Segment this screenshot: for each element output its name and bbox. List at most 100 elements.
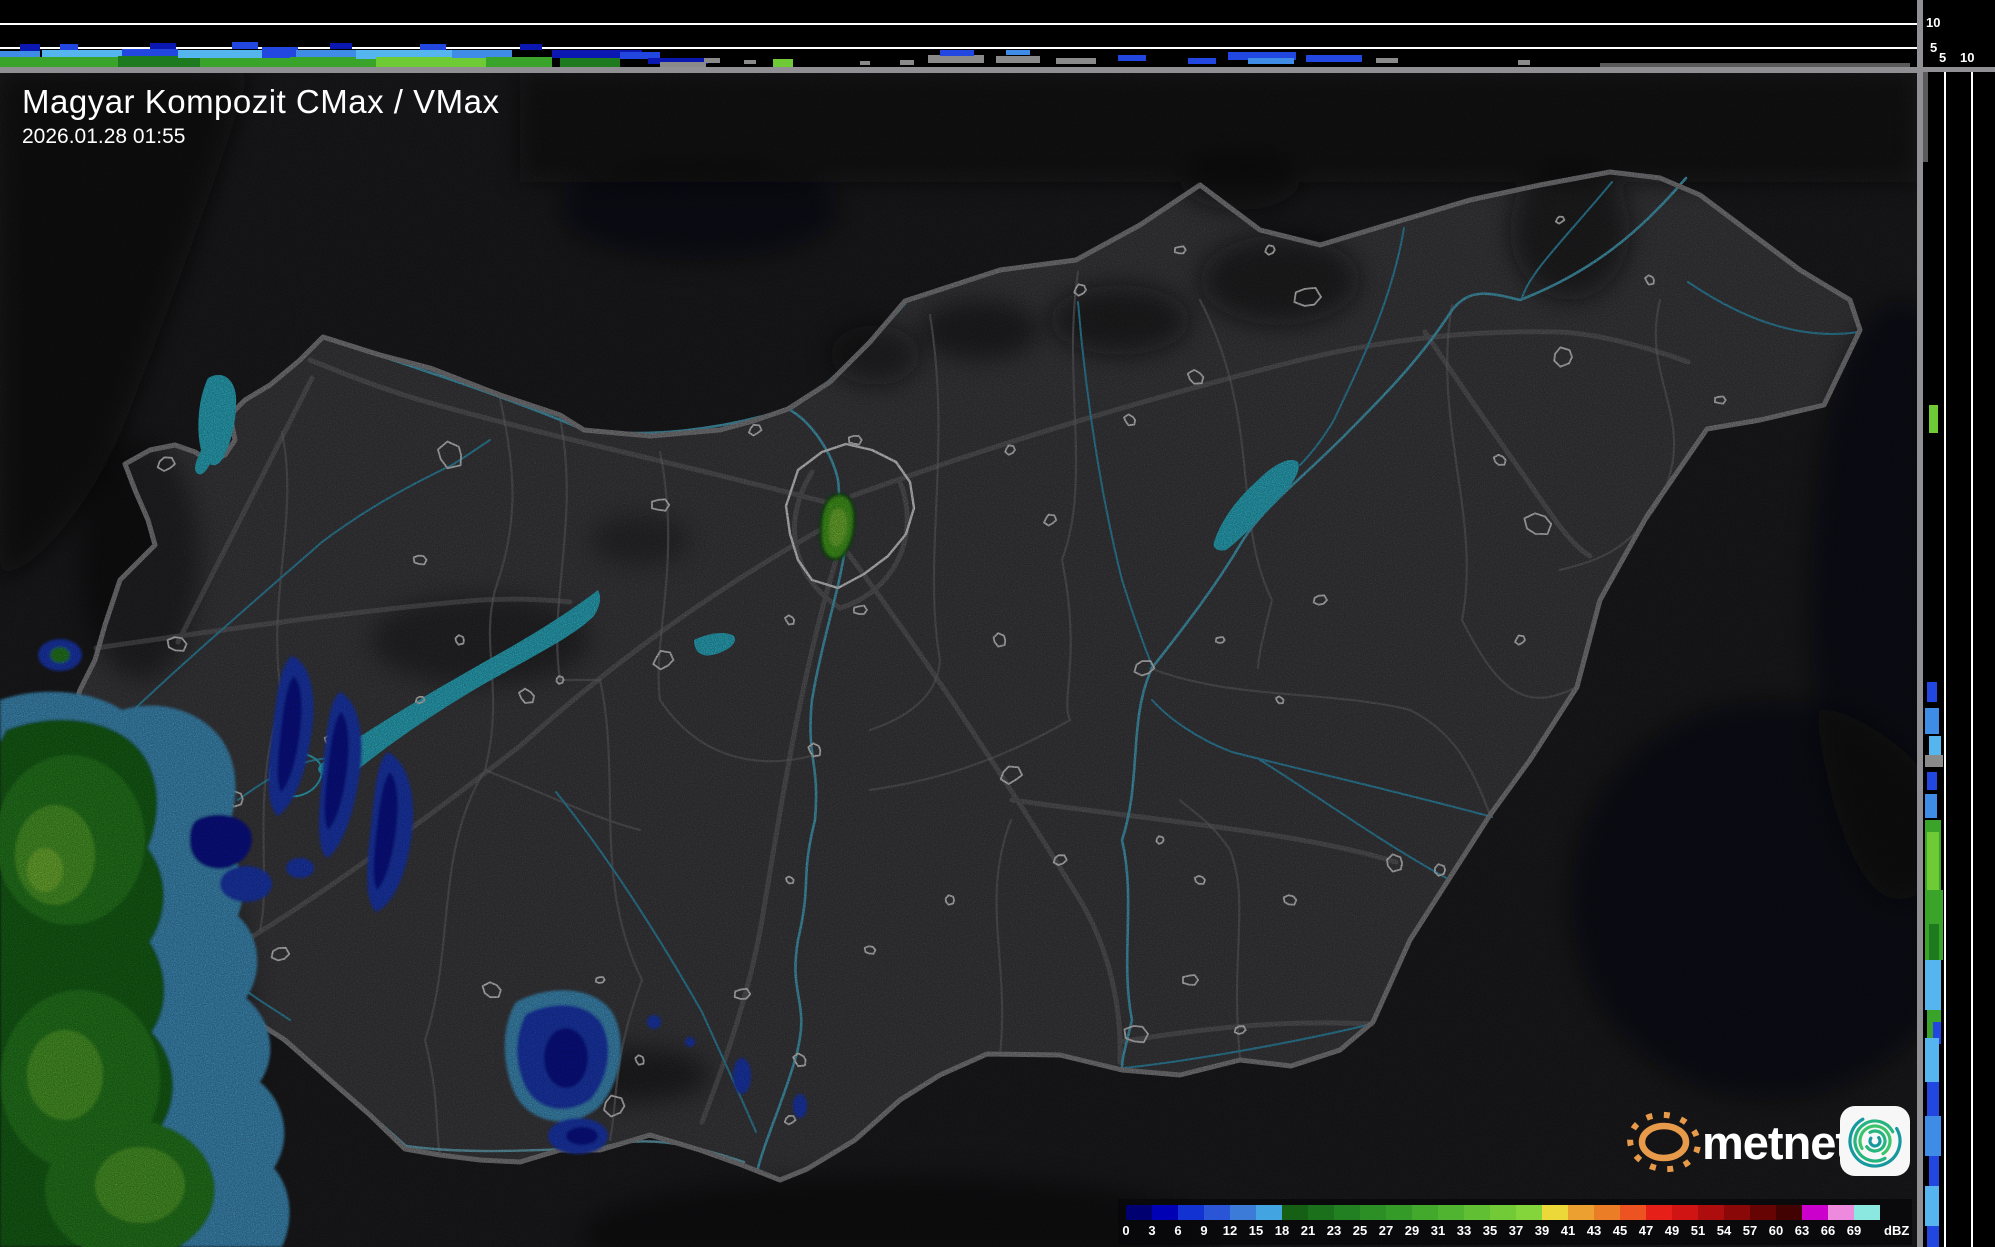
right-profile-segment [1925,794,1937,818]
colorbar-tick-6: 6 [1174,1223,1181,1238]
colorbar-tick-66: 66 [1821,1223,1835,1238]
colorbar-tick-57: 57 [1743,1223,1757,1238]
colorbar-cell-66 [1828,1205,1854,1220]
top-profile-segment [1056,58,1096,64]
top-profile-segment [330,43,352,49]
right-profile-segment [1929,924,1939,964]
colorbar-tick-31: 31 [1431,1223,1445,1238]
colorbar-cell-63 [1802,1205,1828,1220]
top-profile-segment [0,57,118,67]
top-profile-segment [0,51,40,57]
colorbar-cell-43 [1594,1205,1620,1220]
colorbar-tick-35: 35 [1483,1223,1497,1238]
colorbar-cell-23 [1334,1205,1360,1220]
top-profile-segment [486,57,552,67]
colorbar-tick-9: 9 [1200,1223,1207,1238]
colorbar-cell-21 [1308,1205,1334,1220]
colorbar-tick-47: 47 [1639,1223,1653,1238]
colorbar-cell-3 [1152,1205,1178,1220]
height-gridline-10km [0,23,1917,25]
colorbar-cell-33 [1464,1205,1490,1220]
height-gridline-10km-vert [1971,72,1973,1247]
colorbar-cell-57 [1750,1205,1776,1220]
top-profile-panel [0,0,1917,67]
colorbar-cell-9 [1204,1205,1230,1220]
top-profile-segment [1518,60,1530,65]
top-profile-segment [122,49,178,56]
top-profile-segment [520,44,542,50]
colorbar-tick-23: 23 [1327,1223,1341,1238]
colorbar-cells [1126,1205,1880,1220]
title-block: Magyar Kompozit CMax / VMax 2026.01.28 0… [22,84,499,149]
colorbar-cell-15 [1256,1205,1282,1220]
colorbar-tick-39: 39 [1535,1223,1549,1238]
right-profile-segment [1929,405,1938,433]
top-profile-segment [560,58,620,67]
height-gridline-5km-vert [1944,72,1946,1247]
top-profile-segment [20,44,40,51]
colorbar-tick-0: 0 [1122,1223,1129,1238]
colorbar-tick-29: 29 [1405,1223,1419,1238]
right-profile-segment [1929,1156,1939,1186]
colorbar-tick-37: 37 [1509,1223,1523,1238]
colorbar-cell-31 [1438,1205,1464,1220]
metnet-app-icon [1840,1106,1910,1176]
colorbar-tick-43: 43 [1587,1223,1601,1238]
colorbar-cell-35 [1490,1205,1516,1220]
top-profile-segment [704,58,720,63]
top-profile-segment [60,44,78,50]
colorbar-cell-12 [1230,1205,1256,1220]
terrain-noise [0,72,1917,1247]
page-title: Magyar Kompozit CMax / VMax [22,84,499,120]
right-axis-label-10: 10 [1960,51,1974,64]
top-axis-label-5: 5 [1930,41,1937,54]
colorbar-cell-0 [1126,1205,1152,1220]
radar-composite-screen: Magyar Kompozit CMax / VMax 2026.01.28 0… [0,0,1995,1247]
colorbar-tick-54: 54 [1717,1223,1731,1238]
right-profile-segment [1927,772,1937,790]
colorbar-tick-49: 49 [1665,1223,1679,1238]
top-profile-segment [928,55,984,63]
colorbar-tick-12: 12 [1223,1223,1237,1238]
top-profile-segment [940,50,974,56]
right-profile-segment [1925,960,1941,1010]
right-profile-segment [1925,1186,1939,1226]
right-profile-segment [1925,1116,1941,1156]
colorbar-cell-18 [1282,1205,1308,1220]
right-profile-segment [1923,72,1928,162]
colorbar-cell-49 [1672,1205,1698,1220]
radar-map [0,72,1917,1247]
colorbar-tick-63: 63 [1795,1223,1809,1238]
colorbar-cell-69 [1854,1205,1880,1220]
top-profile-segment [200,58,290,67]
top-profile-segment [744,60,756,64]
top-profile-segment [900,60,914,65]
colorbar-cell-47 [1646,1205,1672,1220]
colorbar-cell-37 [1516,1205,1542,1220]
right-axis-label-5: 5 [1939,51,1946,64]
right-profile-segment [1925,708,1939,734]
colorbar-tick-69: 69 [1847,1223,1861,1238]
colorbar-unit-label: dBZ [1884,1223,1909,1238]
colorbar-tick-51: 51 [1691,1223,1705,1238]
colorbar-tick-25: 25 [1353,1223,1367,1238]
top-profile-segment [773,59,793,67]
metnet-logo: metnet [1626,1100,1918,1186]
colorbar-tick-41: 41 [1561,1223,1575,1238]
top-profile-segment [1376,58,1398,63]
colorbar-tick-18: 18 [1275,1223,1289,1238]
colorbar-tick-27: 27 [1379,1223,1393,1238]
colorbar-cell-60 [1776,1205,1802,1220]
top-profile-segment [42,50,122,57]
top-profile-segment [1188,58,1216,64]
colorbar-cell-41 [1568,1205,1594,1220]
colorbar-tick-3: 3 [1148,1223,1155,1238]
top-profile-segment [376,57,486,67]
top-profile-segment [1118,55,1146,61]
colorbar-tick-45: 45 [1613,1223,1627,1238]
colorbar-tick-33: 33 [1457,1223,1471,1238]
top-profile-segment [232,42,258,49]
colorbar-cell-39 [1542,1205,1568,1220]
colorbar-cell-6 [1178,1205,1204,1220]
right-profile-segment [1927,1082,1939,1116]
